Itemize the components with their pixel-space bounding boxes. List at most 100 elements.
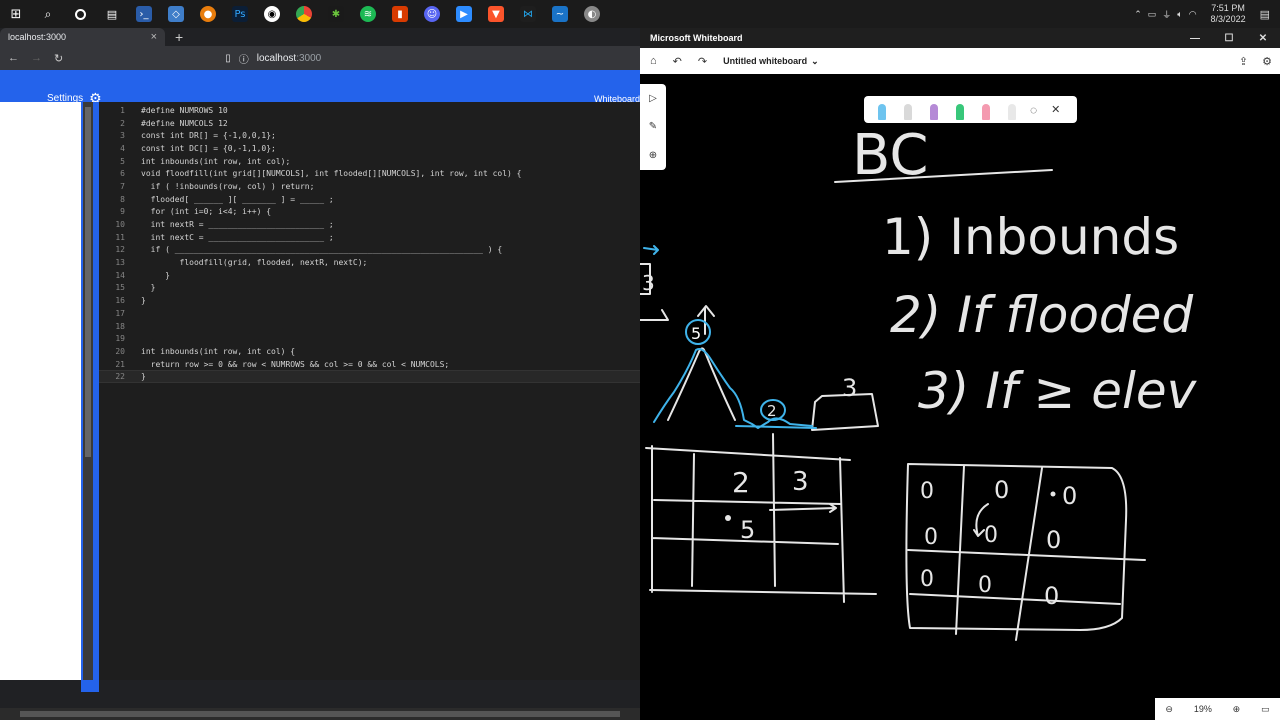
code-line[interactable]: 1 #define NUMROWS 10: [99, 104, 640, 117]
line-number: 15: [115, 283, 125, 293]
minimize-icon[interactable]: —: [1178, 28, 1212, 48]
code-text: void floodfill(int grid[][NUMCOLS], int …: [141, 169, 522, 179]
fiddler-icon[interactable]: ✱: [320, 0, 352, 28]
highlighter-pink-icon[interactable]: [978, 100, 994, 120]
code-line[interactable]: 9 for (int i=0; i<4; i++) {: [99, 206, 640, 219]
code-editor[interactable]: 1 #define NUMROWS 10 2 #define NUMCOLS 12 3 c…: [99, 102, 640, 680]
vscode-icon[interactable]: ⋈: [512, 0, 544, 28]
azure-data-studio-icon[interactable]: ◇: [160, 0, 192, 28]
url-field[interactable]: ▯ ⓘ localhost:3000: [225, 51, 632, 66]
highlighter-green-icon[interactable]: [952, 100, 968, 120]
undo-icon[interactable]: ↶: [673, 55, 682, 68]
redo-icon[interactable]: ↷: [698, 55, 707, 68]
new-tab-icon[interactable]: +: [175, 28, 183, 46]
notifications-icon[interactable]: ▤: [1260, 8, 1270, 21]
home-icon[interactable]: ⌂: [650, 55, 657, 67]
pen-tray: ◌ ✕: [864, 96, 1077, 123]
whiteboard-canvas[interactable]: BC 1) Inbounds 2) If flooded 3) If ≥ ele…: [640, 74, 1280, 720]
pen-blue-icon[interactable]: [874, 100, 890, 120]
discord-icon[interactable]: ☺: [416, 0, 448, 28]
vertical-scrollbar[interactable]: [83, 102, 93, 680]
code-line[interactable]: 6 void floodfill(int grid[][NUMCOLS], int…: [99, 167, 640, 180]
share-icon[interactable]: ⇪: [1239, 55, 1248, 68]
code-line[interactable]: 8 flooded[ ______ ][ _______ ] = _____ ;: [99, 193, 640, 206]
code-text: for (int i=0; i<4; i++) {: [141, 207, 272, 217]
close-tab-icon[interactable]: ×: [151, 31, 157, 43]
tab-title: localhost:3000: [8, 32, 67, 42]
scrollbar-thumb[interactable]: [20, 711, 620, 717]
code-text: int inbounds(int row, int col);: [141, 156, 291, 166]
code-line[interactable]: 7 if ( !inbounds(row, col) ) return;: [99, 180, 640, 193]
code-line[interactable]: 14 }: [99, 269, 640, 282]
clock[interactable]: 7:51 PM 8/3/2022: [1211, 3, 1246, 25]
zoom-out-icon[interactable]: ⊖: [1165, 704, 1173, 715]
code-line[interactable]: 18: [99, 320, 640, 333]
code-text: flooded[ ______ ][ _______ ] = _____ ;: [141, 194, 334, 204]
line-number: 19: [115, 334, 125, 344]
pen-purple-icon[interactable]: [926, 100, 942, 120]
code-line[interactable]: 5 int inbounds(int row, int col);: [99, 155, 640, 168]
zoom-icon[interactable]: ▶: [448, 0, 480, 28]
usb-icon[interactable]: ⏚: [1162, 8, 1171, 21]
code-line[interactable]: 13 floodfill(grid, flooded, nextR, nextC…: [99, 256, 640, 269]
board-name-dropdown[interactable]: Untitled whiteboard ⌄: [723, 56, 819, 67]
code-line[interactable]: 10 int nextR = ________________________ …: [99, 218, 640, 231]
gear-icon[interactable]: ⚙: [1262, 55, 1272, 68]
windows-start-icon[interactable]: ⊞: [0, 0, 32, 28]
browser-tab[interactable]: localhost:3000 ×: [0, 28, 165, 46]
network-icon[interactable]: ▭: [1148, 9, 1157, 20]
whiteboard-window: Microsoft Whiteboard — ☐ ✕ ⌂ ↶ ↷ Untitle…: [640, 28, 1280, 720]
volume-icon[interactable]: 🔈︎: [1177, 9, 1182, 20]
powershell-icon[interactable]: ›_: [128, 0, 160, 28]
code-line[interactable]: 12 if ( ________________________________…: [99, 244, 640, 257]
code-line[interactable]: 11 int nextC = ________________________ …: [99, 231, 640, 244]
fit-screen-icon[interactable]: ▭: [1261, 704, 1270, 715]
whiteboard-app-icon[interactable]: ~: [544, 0, 576, 28]
site-info-icon[interactable]: ⓘ: [239, 51, 249, 66]
code-line[interactable]: 22}: [99, 370, 640, 384]
forward-icon[interactable]: →: [31, 52, 42, 64]
chevron-up-icon[interactable]: ⌃: [1134, 9, 1142, 20]
close-pen-tray-icon[interactable]: ✕: [1051, 103, 1060, 116]
maximize-icon[interactable]: ☐: [1212, 28, 1246, 48]
code-line[interactable]: 20 int inbounds(int row, int col) {: [99, 345, 640, 358]
github-desktop-icon[interactable]: ◉: [256, 0, 288, 28]
grid1-cell: 2: [732, 466, 750, 499]
reload-icon[interactable]: ↻: [54, 52, 63, 65]
wifi-icon[interactable]: ◠: [1189, 9, 1197, 20]
scrollbar-thumb[interactable]: [85, 107, 91, 457]
bookmark-icon[interactable]: ▯: [225, 53, 231, 64]
line-number: 17: [115, 308, 125, 318]
pen-white-icon[interactable]: [900, 100, 916, 120]
select-tool-icon[interactable]: ▷: [649, 93, 657, 104]
photoshop-icon[interactable]: Ps: [224, 0, 256, 28]
code-line[interactable]: 3 const int DR[] = {-1,0,0,1};: [99, 129, 640, 142]
horizontal-scrollbar[interactable]: [0, 708, 640, 720]
close-icon[interactable]: ✕: [1246, 28, 1280, 48]
zoom-level[interactable]: 19%: [1194, 704, 1212, 714]
code-line[interactable]: 4 const int DC[] = {0,-1,1,0};: [99, 142, 640, 155]
code-line[interactable]: 21 return row >= 0 && row < NUMROWS && c…: [99, 358, 640, 371]
task-view-icon[interactable]: ▤: [96, 0, 128, 28]
office-icon[interactable]: ▮: [384, 0, 416, 28]
line-number: 21: [115, 359, 125, 369]
zoom-in-icon[interactable]: ⊕: [1233, 704, 1241, 715]
add-icon[interactable]: ⊕: [649, 150, 657, 161]
code-line[interactable]: 19: [99, 332, 640, 345]
code-line[interactable]: 15 }: [99, 282, 640, 295]
code-line[interactable]: 17: [99, 307, 640, 320]
search-icon[interactable]: ⌕: [32, 0, 64, 28]
blender-icon[interactable]: ●: [192, 0, 224, 28]
chrome-icon[interactable]: [288, 0, 320, 28]
grid2-cell: 0: [1062, 482, 1077, 510]
lasso-icon[interactable]: ◌: [1030, 103, 1037, 117]
code-line[interactable]: 16}: [99, 294, 640, 307]
code-line[interactable]: 2 #define NUMCOLS 12: [99, 117, 640, 130]
pen-tool-icon[interactable]: ✎: [649, 121, 657, 132]
back-icon[interactable]: ←: [8, 52, 19, 64]
cortana-icon[interactable]: [64, 0, 96, 28]
brave-icon[interactable]: ▼: [480, 0, 512, 28]
spotify-icon[interactable]: ≋: [352, 0, 384, 28]
eraser-icon[interactable]: [1004, 100, 1020, 120]
browser-app-icon[interactable]: ◐: [576, 0, 608, 28]
